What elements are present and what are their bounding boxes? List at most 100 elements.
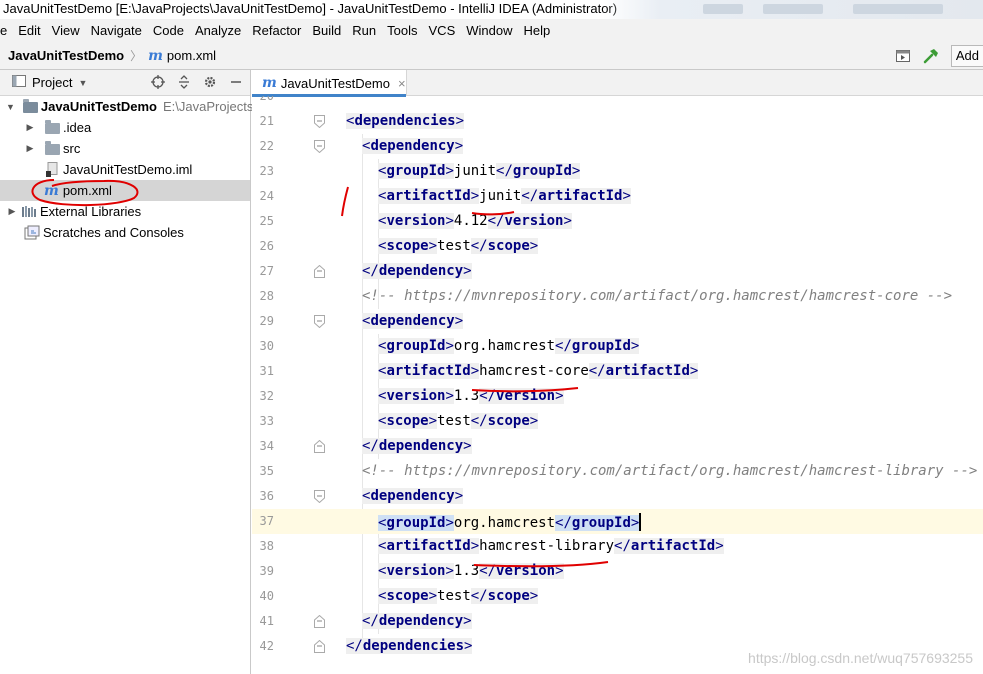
menu-item-vcs[interactable]: VCS — [424, 19, 462, 42]
add-configuration-button[interactable]: Add — [950, 45, 983, 67]
fold-marker-icon[interactable] — [314, 140, 325, 153]
folder-icon — [44, 120, 60, 136]
code-line[interactable]: 26 <scope>test</scope> — [252, 234, 983, 259]
code-line[interactable]: 41 </dependency> — [252, 609, 983, 634]
line-number: 40 — [259, 589, 274, 603]
locate-target-icon[interactable] — [150, 74, 166, 90]
code-line[interactable]: 38 <artifactId>hamcrest-library</artifact… — [252, 534, 983, 559]
code-line[interactable]: 27 </dependency> — [252, 259, 983, 284]
tag-name: version — [496, 563, 556, 579]
code-text: <dependency> — [362, 138, 464, 154]
tag-name: artifactId — [538, 188, 623, 204]
gear-icon[interactable] — [202, 74, 218, 90]
code-line[interactable]: 25 <version>4.12</version> — [252, 209, 983, 234]
text-caret — [639, 513, 642, 531]
project-view-selector[interactable]: Project ▼ — [0, 75, 87, 90]
code-line[interactable]: 34 </dependency> — [252, 434, 983, 459]
run-window-icon[interactable] — [895, 48, 911, 64]
menu-item-help[interactable]: Help — [519, 19, 557, 42]
tag-bracket: > — [529, 413, 539, 429]
code-text: <artifactId>hamcrest-library</artifactId… — [378, 538, 724, 554]
menu-item-e[interactable]: e — [0, 19, 13, 42]
xml-close-tag: </groupId> — [555, 338, 640, 354]
fold-marker-icon[interactable] — [314, 615, 325, 628]
tree-item-path: E:\JavaProjects — [163, 99, 254, 114]
chevron-right-icon[interactable]: ▶ — [24, 143, 36, 155]
menu-item-build[interactable]: Build — [307, 19, 347, 42]
code-line[interactable]: 39 <version>1.3</version> — [252, 559, 983, 584]
menu-item-code[interactable]: Code — [148, 19, 190, 42]
code-line[interactable]: 20 — [252, 96, 983, 109]
menu-item-navigate[interactable]: Navigate — [86, 19, 148, 42]
editor-area: m JavaUnitTestDemo × 20 21 <dependencies> 2… — [252, 70, 983, 674]
fold-marker-icon[interactable] — [314, 115, 325, 128]
tag-bracket: > — [555, 563, 564, 579]
line-number: 25 — [259, 214, 274, 228]
menu-item-tools[interactable]: Tools — [382, 19, 423, 42]
tag-bracket: > — [529, 238, 539, 254]
breadcrumb-project[interactable]: JavaUnitTestDemo — [0, 48, 124, 63]
line-number: 41 — [259, 614, 274, 628]
code-line[interactable]: 21 <dependencies> — [252, 109, 983, 134]
code-editor[interactable]: 20 21 <dependencies> 22 <dependency> 23 <group… — [252, 96, 983, 674]
tag-name: dependency — [378, 438, 464, 454]
hide-minimize-icon[interactable] — [228, 74, 244, 90]
collapse-all-icon[interactable] — [176, 74, 192, 90]
code-line[interactable]: 32 <version>1.3</version> — [252, 384, 983, 409]
fold-marker-icon[interactable] — [314, 440, 325, 453]
tree-item-idea[interactable]: ▶ .idea — [0, 117, 250, 138]
code-line[interactable]: 35 <!-- https://mvnrepository.com/artifac… — [252, 459, 983, 484]
menu-item-edit[interactable]: Edit — [13, 19, 46, 42]
code-line[interactable]: 37 <groupId>org.hamcrest</groupId> — [252, 509, 983, 534]
xml-tag: </dependency> — [362, 613, 472, 629]
close-icon[interactable]: × — [398, 76, 406, 91]
chevron-right-icon[interactable]: ▶ — [6, 206, 18, 218]
breadcrumb-file[interactable]: m pom.xml — [148, 48, 216, 64]
tag-bracket: </ — [588, 363, 606, 379]
xml-value: test — [437, 588, 471, 604]
code-text: </dependencies> — [346, 638, 473, 654]
fold-marker-icon[interactable] — [314, 490, 325, 503]
code-line[interactable]: 33 <scope>test</scope> — [252, 409, 983, 434]
code-line[interactable]: 36 <dependency> — [252, 484, 983, 509]
fold-marker-icon[interactable] — [314, 315, 325, 328]
tag-bracket: > — [529, 588, 539, 604]
menu-item-run[interactable]: Run — [347, 19, 382, 42]
fold-marker-icon[interactable] — [314, 265, 325, 278]
build-hammer-icon[interactable] — [923, 48, 939, 64]
code-line[interactable]: 30 <groupId>org.hamcrest</groupId> — [252, 334, 983, 359]
xml-open-tag: <artifactId> — [378, 538, 480, 554]
tag-name: scope — [386, 413, 429, 429]
tree-item-src[interactable]: ▶ src — [0, 138, 250, 159]
fold-marker-icon[interactable] — [314, 640, 325, 653]
tab-label: JavaUnitTestDemo — [280, 75, 390, 91]
menu-item-refactor[interactable]: Refactor — [247, 19, 307, 42]
xml-open-tag: <scope> — [378, 413, 438, 429]
menu-item-window[interactable]: Window — [461, 19, 518, 42]
menu-item-view[interactable]: View — [47, 19, 86, 42]
code-line[interactable]: 28 <!-- https://mvnrepository.com/artifac… — [252, 284, 983, 309]
tab-pom-xml[interactable]: m JavaUnitTestDemo × — [252, 70, 407, 97]
xml-open-tag: <groupId> — [378, 515, 454, 531]
tag-bracket: </ — [479, 388, 497, 404]
xml-value: test — [437, 413, 471, 429]
code-text: <!-- https://mvnrepository.com/artifact/… — [362, 288, 952, 304]
tag-bracket: </ — [362, 438, 379, 454]
code-line[interactable]: 29 <dependency> — [252, 309, 983, 334]
code-line[interactable]: 31 <artifactId>hamcrest-core</artifactId> — [252, 359, 983, 384]
chevron-down-icon[interactable]: ▼ — [6, 101, 15, 113]
window-controls-area — [603, 0, 983, 19]
chevron-right-icon[interactable]: ▶ — [24, 122, 36, 134]
breadcrumb-file-label: pom.xml — [166, 48, 217, 63]
xml-open-tag: <groupId> — [378, 163, 454, 179]
menu-item-analyze[interactable]: Analyze — [190, 19, 247, 42]
code-line[interactable]: 40 <scope>test</scope> — [252, 584, 983, 609]
tree-item-scratches[interactable]: Scratches and Consoles — [0, 222, 250, 243]
folder-icon — [44, 141, 60, 157]
code-line[interactable]: 22 <dependency> — [252, 134, 983, 159]
tag-name: groupId — [571, 515, 631, 531]
tree-item-project-root[interactable]: ▼ JavaUnitTestDemo E:\JavaProjects — [0, 96, 254, 117]
code-line[interactable]: 23 <groupId>junit</groupId> — [252, 159, 983, 184]
code-line[interactable]: 24 <artifactId>junit</artifactId> — [252, 184, 983, 209]
tag-bracket: > — [463, 263, 472, 279]
